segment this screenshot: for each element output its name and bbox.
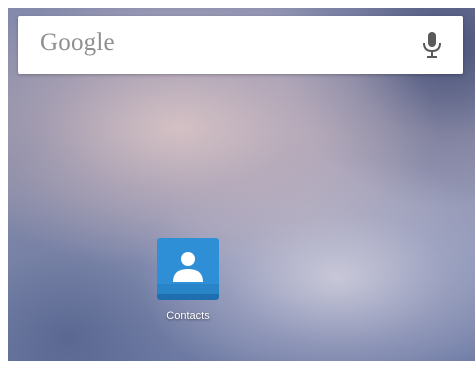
mic-icon[interactable] <box>421 31 443 59</box>
device-frame: Google Contacts <box>0 0 475 369</box>
app-label-contacts: Contacts <box>166 310 210 322</box>
google-search-bar[interactable]: Google <box>18 16 463 74</box>
app-contacts[interactable]: Contacts <box>148 238 228 322</box>
contacts-icon[interactable] <box>157 238 219 300</box>
home-screen: Google Contacts <box>8 8 475 361</box>
search-placeholder: Google <box>40 29 115 56</box>
